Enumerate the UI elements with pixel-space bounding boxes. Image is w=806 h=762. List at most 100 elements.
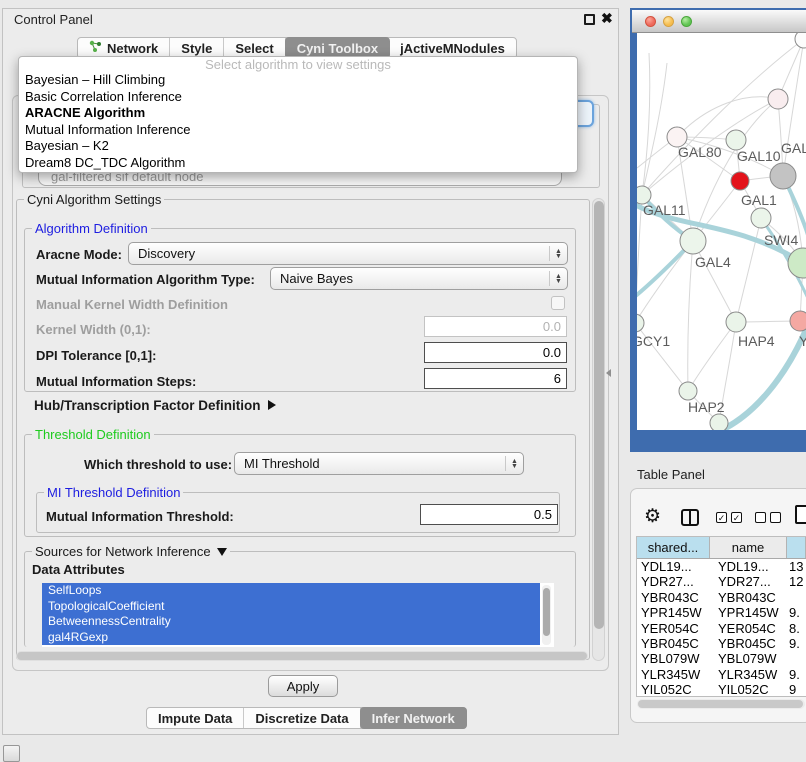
node-big-green[interactable] bbox=[788, 248, 806, 278]
splitter-grip[interactable] bbox=[606, 369, 611, 377]
table-row[interactable]: YPR145WYPR145W9. bbox=[637, 605, 806, 620]
table-cell[interactable]: YDR27... bbox=[710, 574, 787, 589]
list-scrollbar[interactable] bbox=[542, 585, 551, 645]
export-table-icon[interactable] bbox=[795, 505, 806, 524]
table-horizontal-scrollbar[interactable] bbox=[637, 699, 805, 709]
mi-threshold-field[interactable]: 0.5 bbox=[420, 504, 558, 525]
float-window-icon[interactable] bbox=[584, 14, 595, 25]
close-panel-icon[interactable]: ✖ bbox=[601, 10, 613, 27]
attribute-item[interactable]: BetweennessCentrality bbox=[42, 614, 540, 630]
attribute-item[interactable]: gal4RGexp bbox=[42, 630, 540, 646]
mi-type-combobox[interactable]: Naive Bayes ▲▼ bbox=[270, 267, 568, 290]
network-edge[interactable] bbox=[677, 97, 778, 137]
node-gal7[interactable] bbox=[768, 89, 788, 109]
settings-horizontal-scrollbar-thumb[interactable] bbox=[17, 652, 587, 660]
window-minimize-button[interactable] bbox=[663, 16, 674, 27]
column-header-partial[interactable] bbox=[787, 537, 806, 558]
window-zoom-button[interactable] bbox=[681, 16, 692, 27]
sources-group-toggle[interactable]: Sources for Network Inference bbox=[32, 544, 230, 559]
table-cell[interactable]: YPR145W bbox=[710, 605, 787, 620]
node-gal10[interactable] bbox=[726, 130, 746, 150]
table-cell[interactable] bbox=[787, 651, 806, 666]
table-row[interactable]: YDL19...YDL19...13 bbox=[637, 559, 806, 574]
node-hap4[interactable] bbox=[726, 312, 746, 332]
list-scrollbar-thumb[interactable] bbox=[543, 588, 550, 636]
network-canvas[interactable]: GAL7GAL80GAL10GAL1GAL11SWI4GAL4GCY1HAP4Y… bbox=[637, 33, 806, 430]
table-cell[interactable]: YDL19... bbox=[710, 559, 787, 574]
network-edge[interactable] bbox=[642, 53, 650, 195]
table-cell[interactable]: YBR045C bbox=[637, 636, 710, 651]
table-cell[interactable]: YLR345W bbox=[637, 667, 710, 682]
table-cell[interactable]: YDL19... bbox=[637, 559, 710, 574]
node-bottom[interactable] bbox=[710, 414, 728, 430]
table-cell[interactable]: YPR145W bbox=[637, 605, 710, 620]
settings-horizontal-scrollbar[interactable] bbox=[16, 651, 588, 661]
tab-jactivemnodules[interactable]: jActiveMNodules bbox=[389, 38, 516, 58]
tab-discretize-data[interactable]: Discretize Data bbox=[244, 708, 360, 728]
select-all-checkbox-icon[interactable]: ✓ bbox=[716, 512, 727, 523]
tab-impute-data[interactable]: Impute Data bbox=[147, 708, 244, 728]
manual-kernel-checkbox[interactable] bbox=[551, 296, 565, 310]
table-cell[interactable]: YIL052C bbox=[637, 682, 710, 697]
algorithm-option-bayesian-k2[interactable]: Bayesian – K2 bbox=[19, 138, 577, 155]
table-row[interactable]: YIL052CYIL052C9 bbox=[637, 682, 806, 697]
minimized-panel-button[interactable] bbox=[3, 745, 20, 762]
aracne-mode-combobox[interactable]: Discovery ▲▼ bbox=[128, 242, 568, 265]
algorithm-option-basic-correlation[interactable]: Basic Correlation Inference bbox=[19, 89, 577, 106]
table-cell[interactable]: YBL079W bbox=[637, 651, 710, 666]
table-row[interactable]: YLR345WYLR345W9. bbox=[637, 667, 806, 682]
node-gal1[interactable] bbox=[731, 172, 749, 190]
table-row[interactable]: YBR043CYBR043C bbox=[637, 590, 806, 605]
kernel-width-field[interactable]: 0.0 bbox=[424, 316, 567, 337]
algorithm-option-bayesian-hill[interactable]: Bayesian – Hill Climbing bbox=[19, 72, 577, 89]
mi-steps-field[interactable]: 6 bbox=[424, 368, 567, 389]
which-threshold-combobox[interactable]: MI Threshold ▲▼ bbox=[234, 452, 524, 475]
table-cell[interactable]: YER054C bbox=[710, 621, 787, 636]
tab-select[interactable]: Select bbox=[224, 38, 285, 58]
table-row[interactable]: YER054CYER054C8. bbox=[637, 621, 806, 636]
table-cell[interactable]: YLR345W bbox=[710, 667, 787, 682]
table-cell[interactable]: YIL052C bbox=[710, 682, 787, 697]
deselect-all-checkbox-icon[interactable] bbox=[770, 512, 781, 523]
table-cell[interactable]: 13 bbox=[787, 559, 806, 574]
hub-definition-toggle[interactable]: Hub/Transcription Factor Definition bbox=[34, 398, 276, 413]
table-settings-gear-icon[interactable]: ⚙ bbox=[644, 505, 661, 528]
table-cell[interactable]: 8. bbox=[787, 621, 806, 636]
table-horizontal-scrollbar-thumb[interactable] bbox=[638, 700, 803, 708]
table-row[interactable]: YBR045CYBR045C9. bbox=[637, 636, 806, 651]
show-columns-icon[interactable] bbox=[681, 509, 699, 526]
table-cell[interactable]: 9 bbox=[787, 682, 806, 697]
table-cell[interactable]: YBR043C bbox=[637, 590, 710, 605]
tab-style[interactable]: Style bbox=[170, 38, 224, 58]
network-edge[interactable] bbox=[637, 241, 693, 323]
node-gal4[interactable] bbox=[680, 228, 706, 254]
node-swi4[interactable] bbox=[751, 208, 771, 228]
algorithm-option-mutual-information[interactable]: Mutual Information Inference bbox=[19, 122, 577, 139]
table-cell[interactable]: YBL079W bbox=[710, 651, 787, 666]
table-cell[interactable]: 12 bbox=[787, 574, 806, 589]
window-close-button[interactable] bbox=[645, 16, 656, 27]
tab-infer-network[interactable]: Infer Network bbox=[360, 707, 467, 729]
network-edge[interactable] bbox=[688, 322, 736, 391]
table-row[interactable]: YDR27...YDR27...12 bbox=[637, 574, 806, 589]
attribute-item[interactable]: SelfLoops bbox=[42, 583, 540, 599]
table-cell[interactable]: 9. bbox=[787, 667, 806, 682]
table-cell[interactable]: YDR27... bbox=[637, 574, 710, 589]
tab-network[interactable]: Network bbox=[78, 38, 170, 58]
table-cell[interactable]: 9. bbox=[787, 636, 806, 651]
data-attributes-list[interactable]: SelfLoops TopologicalCoefficient Between… bbox=[42, 583, 554, 647]
network-window-titlebar[interactable] bbox=[632, 10, 806, 33]
node-hap2[interactable] bbox=[679, 382, 697, 400]
node-gcy1[interactable] bbox=[637, 314, 644, 332]
network-edge[interactable] bbox=[688, 241, 693, 391]
algorithm-option-aracne[interactable]: ARACNE Algorithm bbox=[19, 105, 577, 122]
network-edge[interactable] bbox=[637, 195, 642, 323]
table-cell[interactable]: YBR043C bbox=[710, 590, 787, 605]
algorithm-option-dream8[interactable]: Dream8 DC_TDC Algorithm bbox=[19, 155, 577, 172]
table-cell[interactable]: 9. bbox=[787, 605, 806, 620]
table-cell[interactable]: YBR045C bbox=[710, 636, 787, 651]
node-top[interactable] bbox=[795, 33, 806, 48]
deselect-all-checkbox-icon[interactable] bbox=[755, 512, 766, 523]
column-header-shared-name[interactable]: shared... bbox=[637, 537, 710, 558]
select-all-checkbox-icon[interactable]: ✓ bbox=[731, 512, 742, 523]
